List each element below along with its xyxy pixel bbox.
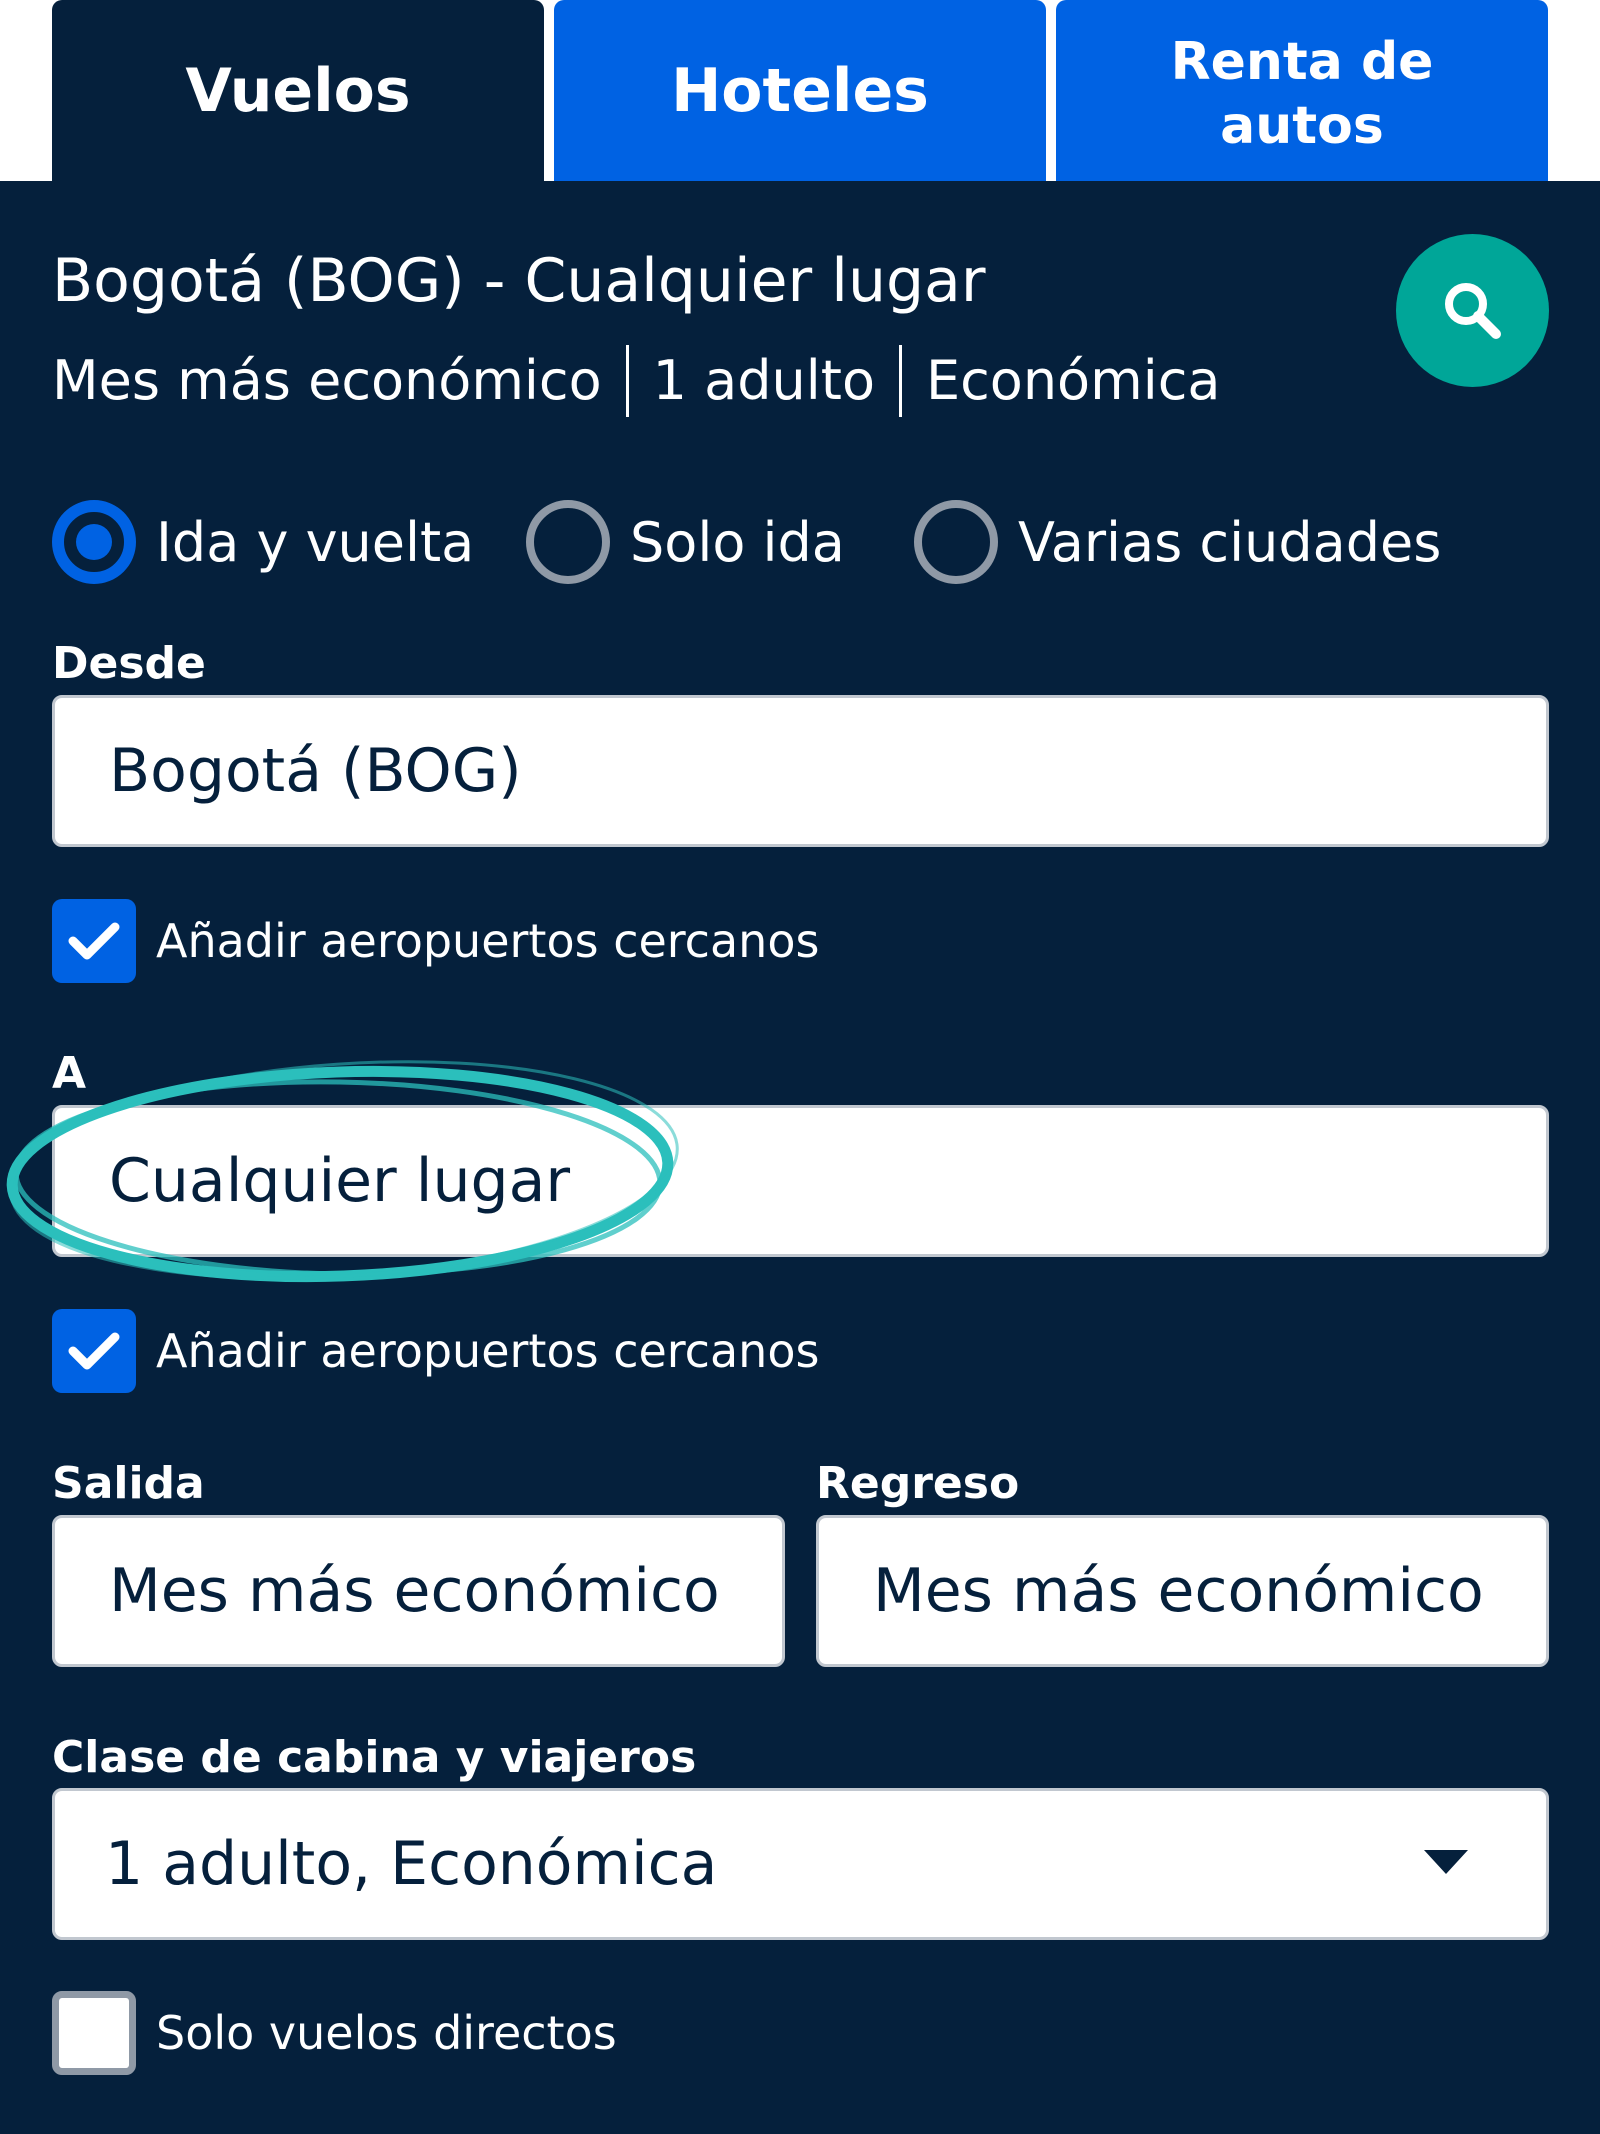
to-nearby-checkbox-row[interactable]: Añadir aeropuertos cercanos [52,1309,819,1393]
radio-unselected-indicator [914,500,998,584]
summary-divider [898,345,902,417]
check-icon [68,1332,120,1370]
trip-type-group: Ida y vuelta Solo ida Varias ciudades [0,487,1600,597]
summary-travellers: 1 adulto [652,349,875,412]
cabin-travellers-select[interactable]: 1 adulto, Económica [52,1788,1549,1940]
radio-label: Solo ida [630,510,845,574]
summary-divider [625,345,629,417]
return-date-input[interactable]: Mes más económico [816,1515,1549,1667]
to-input-value: Cualquier lugar [109,1146,571,1216]
tab-vuelos[interactable]: Vuelos [52,0,544,181]
summary-date: Mes más económico [52,349,602,412]
search-button[interactable] [1396,234,1549,387]
radio-selected-indicator [52,500,136,584]
tab-label-line2: autos [1220,95,1384,156]
to-nearby-label: Añadir aeropuertos cercanos [156,1324,820,1378]
radio-ida-y-vuelta[interactable]: Ida y vuelta [52,487,474,597]
to-nearby-checkbox[interactable] [52,1309,136,1393]
from-input-value: Bogotá (BOG) [109,736,522,806]
radio-unselected-indicator [526,500,610,584]
summary-cabin: Económica [925,349,1221,412]
from-nearby-checkbox[interactable] [52,899,136,983]
radio-label: Ida y vuelta [156,510,475,574]
cabin-travellers-value: 1 adulto, Económica [105,1829,718,1899]
from-nearby-label: Añadir aeropuertos cercanos [156,914,820,968]
tab-hoteles[interactable]: Hoteles [554,0,1046,181]
direct-only-checkbox-row[interactable]: Solo vuelos directos [52,1991,617,2075]
direct-only-label: Solo vuelos directos [156,2006,617,2060]
depart-date-input[interactable]: Mes más económico [52,1515,785,1667]
radio-label: Varias ciudades [1018,510,1442,574]
radio-varias-ciudades[interactable]: Varias ciudades [914,487,1441,597]
tab-label: Vuelos [185,55,411,126]
depart-date-value: Mes más económico [109,1556,720,1626]
search-icon [1444,282,1501,339]
search-panel: Bogotá (BOG) - Cualquier lugar Mes más e… [0,181,1600,2134]
search-summary-details: Mes más económico 1 adulto Económica [52,345,1220,417]
caret-down-icon [1424,1850,1468,1874]
tab-label: Renta de autos [1171,30,1434,158]
to-input[interactable]: Cualquier lugar [52,1105,1549,1257]
cabin-travellers-label: Clase de cabina y viajeros [52,1732,697,1783]
check-icon [68,922,120,960]
tab-label-line1: Renta de [1170,31,1434,92]
return-label: Regreso [816,1458,1020,1509]
radio-solo-ida[interactable]: Solo ida [526,487,845,597]
product-tabs: Vuelos Hoteles Renta de autos [0,0,1600,181]
from-nearby-checkbox-row[interactable]: Añadir aeropuertos cercanos [52,899,819,983]
search-summary-route: Bogotá (BOG) - Cualquier lugar [52,246,986,316]
depart-label: Salida [52,1458,205,1509]
to-label: A [52,1048,87,1099]
return-date-value: Mes más económico [873,1556,1484,1626]
from-label: Desde [52,638,206,689]
direct-only-checkbox[interactable] [52,1991,136,2075]
tab-label: Hoteles [671,55,929,126]
tab-renta-de-autos[interactable]: Renta de autos [1056,0,1548,181]
from-input[interactable]: Bogotá (BOG) [52,695,1549,847]
